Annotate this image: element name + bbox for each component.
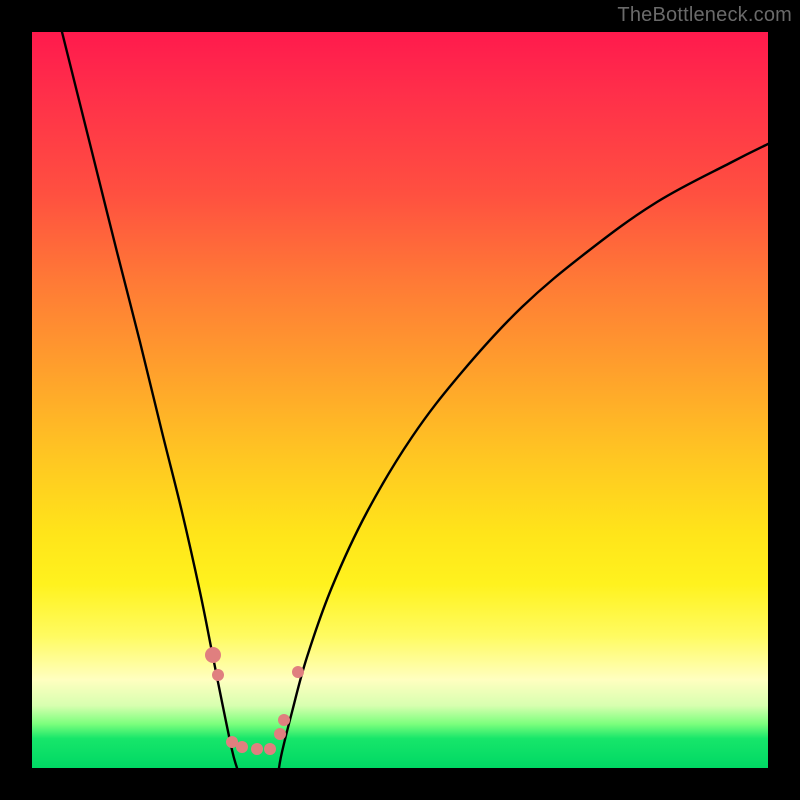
image-frame: TheBottleneck.com: [0, 0, 800, 800]
right-bottleneck-curve: [279, 144, 768, 768]
watermark-text: TheBottleneck.com: [617, 4, 792, 27]
data-point-markers: [205, 647, 304, 755]
data-point-marker: [274, 728, 286, 740]
data-point-marker: [278, 714, 290, 726]
data-point-marker: [205, 647, 221, 663]
data-point-marker: [212, 669, 224, 681]
data-point-marker: [264, 743, 276, 755]
data-point-marker: [236, 741, 248, 753]
plot-area: [32, 32, 768, 768]
data-point-marker: [251, 743, 263, 755]
data-point-marker: [292, 666, 304, 678]
curve-overlay-svg: [32, 32, 768, 768]
